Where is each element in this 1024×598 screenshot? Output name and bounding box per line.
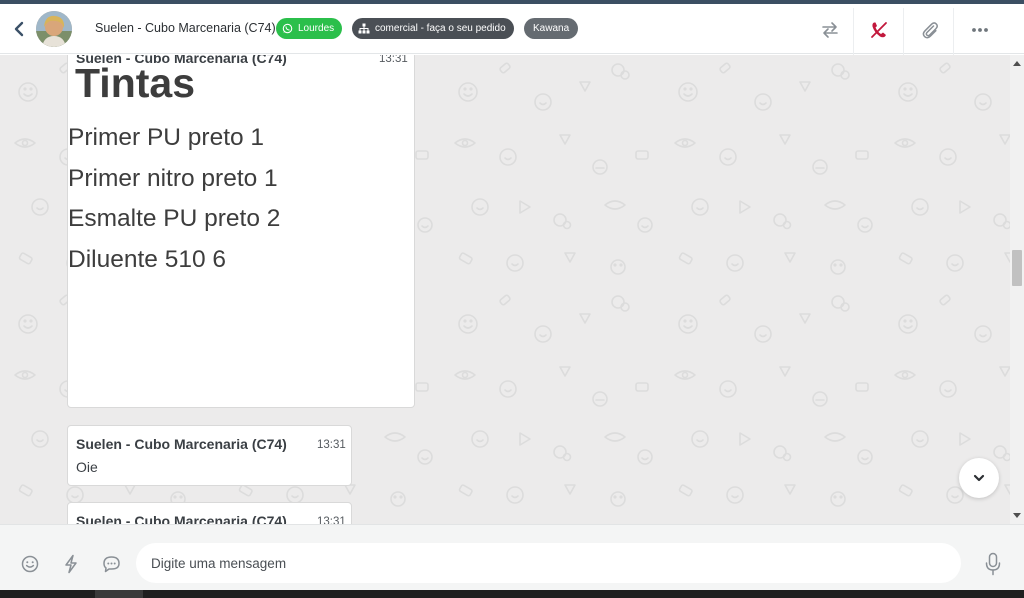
back-button[interactable] — [10, 18, 28, 40]
message-text: Oie — [76, 459, 98, 475]
end-call-button[interactable] — [866, 17, 892, 43]
chat-area[interactable]: Suelen - Cubo Marcenaria (C74) 13:31 Tin… — [0, 55, 1010, 524]
scroll-down-arrow[interactable] — [1010, 507, 1024, 524]
chat-scrollbar[interactable] — [1010, 55, 1024, 524]
transfer-button[interactable] — [817, 17, 843, 43]
message-bubble[interactable]: Suelen - Cubo Marcenaria (C74) 13:31 Tin… — [67, 55, 415, 408]
whatsapp-icon — [282, 23, 293, 34]
tag-label: Kawana — [533, 23, 570, 34]
quick-replies-button[interactable] — [60, 553, 82, 575]
header-divider — [953, 8, 954, 58]
tag-agent-lourdes[interactable]: Lourdes — [276, 18, 343, 39]
more-options-icon — [972, 28, 988, 32]
chat-templates-button[interactable] — [100, 553, 122, 575]
attach-button[interactable] — [917, 17, 943, 43]
message-input[interactable] — [136, 543, 961, 583]
scroll-up-arrow[interactable] — [1010, 55, 1024, 72]
chat-header: Suelen - Cubo Marcenaria (C74) Lourdes c… — [0, 4, 1024, 58]
message-doc-line: Esmalte PU preto 2 — [68, 205, 281, 232]
tag-label: Lourdes — [298, 23, 335, 34]
lightning-icon — [65, 554, 77, 574]
sitemap-icon — [358, 23, 370, 34]
scrollbar-thumb[interactable] — [1012, 250, 1022, 286]
more-options-button[interactable] — [967, 17, 993, 43]
message-doc-line: Primer nitro preto 1 — [68, 165, 278, 192]
tag-label: comercial - faça o seu pedido — [375, 23, 506, 34]
os-taskbar — [0, 590, 1024, 598]
contact-avatar[interactable] — [36, 11, 72, 47]
message-doc-title: Tintas — [75, 60, 195, 106]
message-time: 13:31 — [317, 439, 346, 451]
voice-message-button[interactable] — [982, 552, 1004, 576]
back-arrow-icon — [14, 21, 24, 37]
message-sender: Suelen - Cubo Marcenaria (C74) — [76, 436, 287, 452]
paperclip-icon — [922, 22, 938, 39]
taskbar-active-item[interactable] — [95, 590, 143, 598]
message-doc-line: Diluente 510 6 — [68, 246, 227, 273]
scroll-to-bottom-button[interactable] — [959, 458, 999, 498]
message-doc-line: Primer PU preto 1 — [68, 124, 265, 151]
chat-bubble-icon — [102, 556, 120, 573]
message-sender: Suelen - Cubo Marcenaria (C74) — [76, 513, 287, 524]
header-divider — [903, 8, 904, 58]
transfer-arrows-icon — [822, 22, 838, 38]
message-composer — [0, 524, 1024, 590]
triangle-down-icon — [1013, 513, 1021, 518]
emoji-icon — [21, 555, 39, 573]
chevron-down-icon — [973, 474, 985, 482]
end-call-icon — [871, 22, 887, 38]
emoji-button[interactable] — [19, 553, 41, 575]
message-bubble[interactable]: Suelen - Cubo Marcenaria (C74) 13:31 — [67, 502, 352, 524]
tag-kawana[interactable]: Kawana — [524, 18, 579, 39]
microphone-icon — [985, 552, 1001, 576]
message-time: 13:31 — [317, 516, 346, 524]
message-time: 13:31 — [379, 55, 408, 65]
tag-department[interactable]: comercial - faça o seu pedido — [352, 18, 514, 39]
contact-name[interactable]: Suelen - Cubo Marcenaria (C74) — [95, 21, 276, 35]
message-bubble[interactable]: Suelen - Cubo Marcenaria (C74) 13:31 Oie — [67, 425, 352, 486]
triangle-up-icon — [1013, 61, 1021, 66]
header-divider — [853, 8, 854, 58]
